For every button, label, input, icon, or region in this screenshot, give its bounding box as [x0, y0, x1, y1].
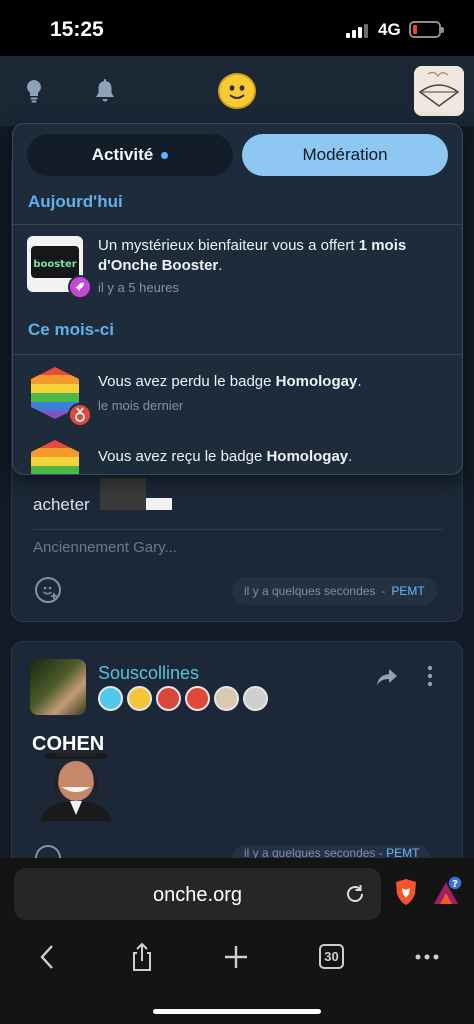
- smiley-logo-icon[interactable]: [218, 73, 256, 109]
- notification-text: Un mystérieux bienfaiteur vous a offert …: [98, 236, 453, 276]
- more-options-icon[interactable]: [420, 665, 440, 687]
- notification-badge-count: ?: [452, 879, 458, 890]
- notification-time: il y a 5 heures: [98, 280, 179, 295]
- post-author-link[interactable]: PEMT: [391, 584, 424, 598]
- add-reaction-icon[interactable]: [35, 577, 61, 603]
- menu-icon[interactable]: [412, 942, 442, 972]
- new-tab-icon[interactable]: [221, 942, 251, 972]
- badge-icon[interactable]: [214, 686, 239, 711]
- post-time: il y a quelques secondes: [244, 584, 376, 598]
- post-text: acheter: [33, 495, 90, 514]
- divider: [13, 354, 462, 355]
- badge-lost-icon: [68, 403, 92, 427]
- post-meta: il y a quelques secondes - PEMT: [232, 577, 437, 605]
- tabs-button[interactable]: 30: [319, 944, 344, 969]
- notification-time: le mois dernier: [98, 398, 184, 413]
- notification-text: Vous avez reçu le badge Homologay.: [98, 447, 453, 467]
- share-icon[interactable]: [127, 942, 157, 972]
- tab-moderation[interactable]: Modération: [242, 134, 448, 176]
- section-title-today: Aujourd'hui: [28, 192, 123, 211]
- notification-text-prefix: Vous avez reçu le badge: [98, 448, 267, 465]
- battery-icon: [409, 21, 444, 38]
- bell-icon[interactable]: [93, 78, 117, 104]
- post-username[interactable]: Souscollines: [98, 663, 199, 684]
- share-icon[interactable]: [376, 668, 398, 686]
- notifications-panel: Activité Modération Aujourd'hui booster …: [12, 123, 463, 475]
- notification-text: Vous avez perdu le badge Homologay.: [98, 372, 453, 392]
- reload-icon[interactable]: [344, 883, 366, 905]
- badge-icon[interactable]: [185, 686, 210, 711]
- status-bar: 15:25 4G: [0, 0, 474, 56]
- tab-activity[interactable]: Activité: [27, 134, 233, 176]
- notification-text-bold: Homologay: [275, 373, 358, 390]
- lightbulb-icon[interactable]: [22, 78, 46, 104]
- notification-text-bold: Homologay: [266, 448, 349, 465]
- section-title-this-month: Ce mois-ci: [28, 320, 114, 339]
- url-text: onche.org: [153, 884, 242, 906]
- rainbow-badge-icon: [31, 440, 79, 474]
- divider: [33, 529, 443, 530]
- tab-activity-label: Activité: [91, 145, 154, 164]
- tab-moderation-label: Modération: [302, 145, 388, 164]
- censored-image: [100, 478, 146, 510]
- post-image: [40, 753, 112, 821]
- notification-text-suffix: .: [218, 257, 223, 274]
- badge-icon[interactable]: [243, 686, 268, 711]
- notification-text-suffix: .: [348, 448, 353, 465]
- badge-icon[interactable]: [127, 686, 152, 711]
- status-time: 15:25: [50, 18, 104, 41]
- home-indicator[interactable]: [153, 1009, 321, 1014]
- notification-text-prefix: Vous avez perdu le badge: [98, 373, 276, 390]
- unread-dot: [161, 151, 169, 159]
- notification-text-prefix: Un mystérieux bienfaiteur vous a offert: [98, 237, 359, 254]
- avatar[interactable]: [30, 659, 86, 715]
- rocket-icon: [68, 275, 92, 299]
- post-meta: il y a quelques secondes - PEMT: [232, 845, 432, 859]
- notification-text-suffix: .: [357, 373, 362, 390]
- user-avatar[interactable]: [414, 66, 464, 116]
- user-badges: [98, 686, 268, 711]
- badge-icon[interactable]: [156, 686, 181, 711]
- back-icon[interactable]: [34, 942, 64, 972]
- meta-separator: -: [381, 584, 386, 598]
- brave-shield-icon[interactable]: [394, 878, 418, 906]
- network-type: 4G: [378, 20, 401, 39]
- divider: [13, 224, 462, 225]
- reply-placeholder[interactable]: Anciennement Gary...: [33, 539, 177, 556]
- cell-signal-icon: [346, 22, 368, 38]
- svg-text:booster: booster: [33, 259, 76, 270]
- address-bar[interactable]: onche.org: [14, 868, 381, 920]
- censored-image-part: [146, 498, 172, 510]
- badge-icon[interactable]: [98, 686, 123, 711]
- rewards-icon[interactable]: ?: [432, 875, 463, 906]
